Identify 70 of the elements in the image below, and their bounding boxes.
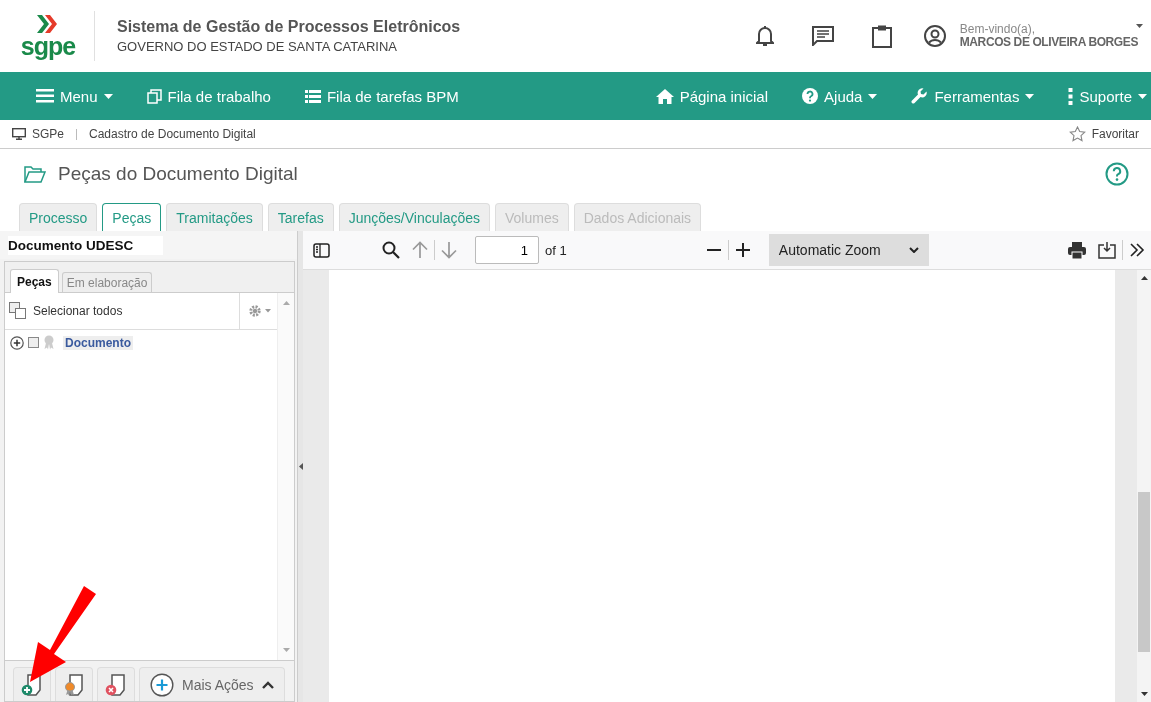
nav-menu-item[interactable]: Fila de tarefas BPM xyxy=(304,87,459,105)
logo[interactable]: sgpe xyxy=(18,14,78,58)
more-vertical-icon xyxy=(1068,87,1074,105)
expand-icon[interactable] xyxy=(10,335,24,350)
home-icon xyxy=(655,88,674,104)
nav-menu-item[interactable]: Página inicial xyxy=(655,87,769,105)
help-icon xyxy=(802,88,819,104)
tab[interactable]: Peças xyxy=(10,269,59,293)
help-icon[interactable] xyxy=(1105,162,1129,186)
nav-menu-item[interactable]: Ajuda xyxy=(802,87,878,105)
tab[interactable]: Peças xyxy=(102,203,162,231)
user-icon[interactable] xyxy=(923,25,946,47)
list-icon xyxy=(304,89,321,103)
download-icon[interactable] xyxy=(1098,241,1116,259)
checkbox[interactable] xyxy=(28,337,39,348)
search-icon[interactable] xyxy=(382,241,400,259)
monitor-icon xyxy=(12,128,26,140)
tab[interactable]: Tarefas xyxy=(267,203,334,231)
bell-icon[interactable] xyxy=(755,25,774,47)
folder-icon xyxy=(24,165,46,183)
tab[interactable]: Tramitações xyxy=(166,203,263,231)
document-award-icon xyxy=(63,673,85,696)
scrollbar-thumb[interactable] xyxy=(1138,492,1150,652)
select-all-button[interactable]: Selecionar todos xyxy=(9,302,123,320)
scrollbar[interactable] xyxy=(1137,270,1151,702)
nav-menu-item[interactable]: Ferramentas xyxy=(911,87,1035,105)
tab[interactable]: Junções/Vinculações xyxy=(338,203,490,231)
message-icon[interactable] xyxy=(811,26,834,46)
next-page-icon[interactable] xyxy=(441,241,457,259)
copy-icon xyxy=(146,88,162,104)
tab[interactable]: Em elaboração xyxy=(61,272,153,292)
chevron-up-icon xyxy=(261,680,274,689)
tab[interactable]: Processo xyxy=(19,203,98,231)
breadcrumb-item: Cadastro de Documento Digital xyxy=(89,127,256,141)
document-title: Documento UDESC xyxy=(8,235,164,255)
star-icon[interactable] xyxy=(1068,126,1086,142)
document-remove-icon xyxy=(105,673,127,696)
breadcrumb-item[interactable]: SGPe xyxy=(32,127,64,141)
page-count: of 1 xyxy=(545,242,567,258)
plus-circle-icon xyxy=(150,672,174,697)
menu-icon xyxy=(36,89,54,103)
previous-page-icon[interactable] xyxy=(412,241,428,259)
scroll-down-icon[interactable] xyxy=(1140,692,1148,696)
favorite-link[interactable]: Favoritar xyxy=(1091,127,1139,141)
zoom-dropdown[interactable]: Automatic Zoom xyxy=(768,234,929,266)
more-actions-button[interactable]: Mais Ações xyxy=(139,667,285,701)
page-number-field[interactable]: 1 xyxy=(475,236,539,264)
nav-menu-item[interactable]: Menu xyxy=(36,87,113,105)
sign-document-button[interactable] xyxy=(55,667,93,701)
system-title: Sistema de Gestão de Processos Eletrônicos xyxy=(117,18,461,36)
nav-menu-item[interactable]: Fila de trabalho xyxy=(146,87,271,105)
print-icon[interactable] xyxy=(1068,241,1086,259)
caret-icon[interactable] xyxy=(1136,24,1143,28)
more-tools-icon[interactable] xyxy=(1129,243,1145,257)
award-icon xyxy=(43,335,55,350)
welcome-label: Bem-vindo(a), xyxy=(959,23,1037,36)
wrench-icon xyxy=(911,87,929,105)
sidebar-toggle-icon[interactable] xyxy=(313,242,330,258)
page-title: Peças do Documento Digital xyxy=(58,163,298,185)
scroll-up-icon[interactable] xyxy=(1140,276,1148,280)
user-name[interactable]: MARCOS DE OLIVEIRA BORGES xyxy=(959,36,1138,49)
clipboard-icon[interactable] xyxy=(871,24,892,48)
system-subtitle: GOVERNO DO ESTADO DE SANTA CATARINA xyxy=(117,39,399,54)
zoom-in-icon[interactable] xyxy=(734,242,751,258)
chevrons-icon xyxy=(37,14,59,33)
remove-document-button[interactable] xyxy=(97,667,135,701)
nav-menu-item[interactable]: Suporte xyxy=(1068,87,1147,105)
settings-icon[interactable] xyxy=(248,304,274,318)
chevron-down-icon xyxy=(908,247,919,253)
tree-item[interactable]: Documento xyxy=(63,335,133,350)
